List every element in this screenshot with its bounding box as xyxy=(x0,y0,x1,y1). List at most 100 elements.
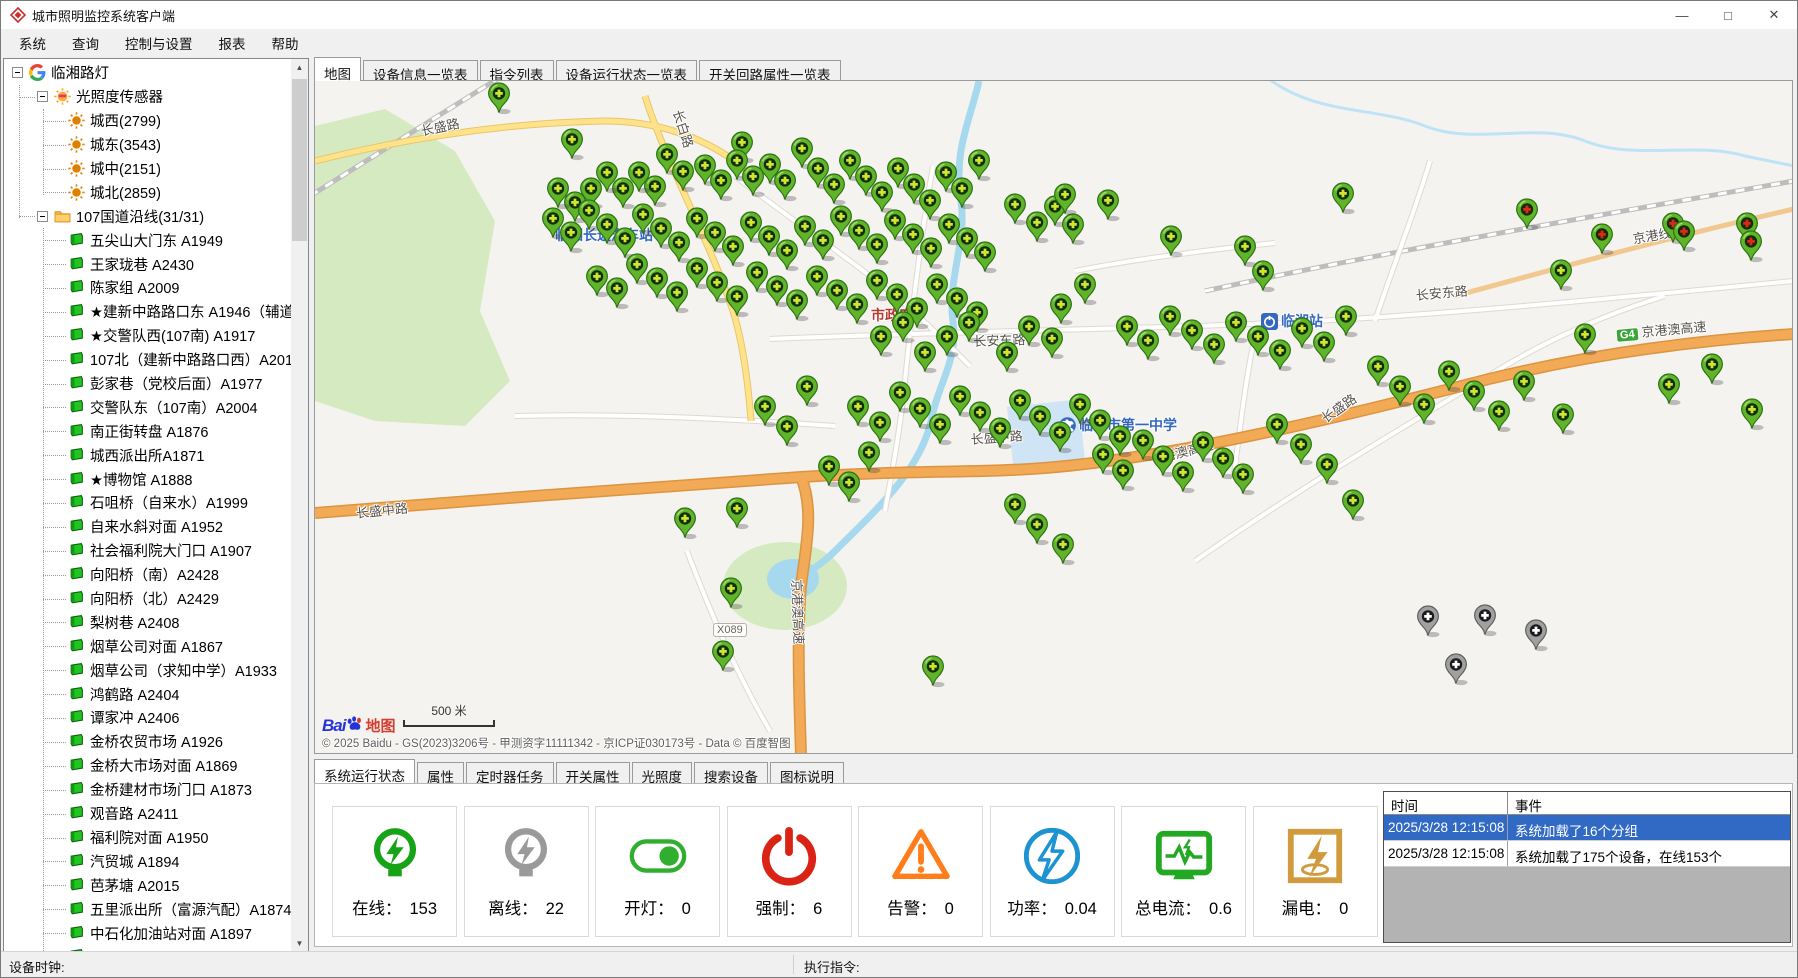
device-pin-online[interactable] xyxy=(673,507,697,540)
tree-item[interactable]: 城北(2859) xyxy=(4,180,291,204)
menu-item-报表[interactable]: 报表 xyxy=(206,28,259,58)
device-pin-online[interactable] xyxy=(1017,315,1041,348)
tree-item[interactable]: 城西派出所A1871 xyxy=(4,443,291,467)
tree-item[interactable]: 鸿鹤路 A2404 xyxy=(4,682,291,706)
tab-系统运行状态[interactable]: 系统运行状态 xyxy=(314,759,415,783)
tree-item[interactable]: 梨树巷 A2408 xyxy=(4,610,291,634)
device-pin-online[interactable] xyxy=(1312,331,1336,364)
device-pin-online[interactable] xyxy=(935,325,959,358)
tree-item[interactable]: 社会福利院大门口 A1907 xyxy=(4,539,291,563)
device-pin-online[interactable] xyxy=(1549,259,1573,292)
tree-item[interactable]: 烟草公司（求知中学）A1933 xyxy=(4,658,291,682)
device-pin-online[interactable] xyxy=(711,640,735,673)
device-pin-online[interactable] xyxy=(1265,413,1289,446)
menu-item-查询[interactable]: 查询 xyxy=(59,28,112,58)
device-pin-online[interactable] xyxy=(1246,325,1270,358)
device-pin-online[interactable] xyxy=(753,395,777,428)
tree-item[interactable]: 五里派出所（富源汽配）A1874 xyxy=(4,897,291,921)
device-pin-online[interactable] xyxy=(846,395,870,428)
device-pin-online[interactable] xyxy=(1251,260,1275,293)
tree-item[interactable]: 城东(3543) xyxy=(4,133,291,157)
device-pin-forced[interactable] xyxy=(1672,220,1696,253)
tree-item[interactable]: ★建新中路路口东 A1946（辅道灯） xyxy=(4,300,291,324)
device-pin-online[interactable] xyxy=(1051,533,1075,566)
tree-expander-icon[interactable] xyxy=(37,91,48,102)
tab-搜索设备[interactable]: 搜索设备 xyxy=(694,762,768,783)
tree-item[interactable]: 陈家组 A2009 xyxy=(4,276,291,300)
device-pin-online[interactable] xyxy=(973,241,997,274)
device-pin-online[interactable] xyxy=(1111,459,1135,492)
device-pin-online[interactable] xyxy=(1268,339,1292,372)
device-pin-online[interactable] xyxy=(1366,355,1390,388)
tree-item[interactable]: 向阳桥（北）A2429 xyxy=(4,587,291,611)
device-pin-online[interactable] xyxy=(487,82,511,115)
device-pin-online[interactable] xyxy=(1202,333,1226,366)
scroll-up-icon[interactable]: ▲ xyxy=(291,59,308,76)
tree-item[interactable]: 彭家巷（党校后面）A1977 xyxy=(4,372,291,396)
tab-设备运行状态一览表[interactable]: 设备运行状态一览表 xyxy=(556,60,698,81)
event-log-row[interactable]: 2025/3/28 12:15:08系统加载了16个分组 xyxy=(1384,815,1790,841)
device-pin-online[interactable] xyxy=(1512,370,1536,403)
tree-item[interactable]: 五尖山大门东 A1949 xyxy=(4,228,291,252)
device-pin-online[interactable] xyxy=(1049,293,1073,326)
device-pin-online[interactable] xyxy=(1437,360,1461,393)
device-pin-online[interactable] xyxy=(671,160,695,193)
tree-item[interactable]: ★交警队西(107南) A1917 xyxy=(4,324,291,348)
tree-item[interactable]: 交警队东（107南）A2004 xyxy=(4,395,291,419)
tree-item[interactable]: 南正街转盘 A1876 xyxy=(4,419,291,443)
device-pin-online[interactable] xyxy=(1341,489,1365,522)
device-pin-online[interactable] xyxy=(1331,182,1355,215)
device-pin-online[interactable] xyxy=(1657,373,1681,406)
tree-expander-icon[interactable] xyxy=(37,211,48,222)
tree-item[interactable]: 金桥农贸市场 A1926 xyxy=(4,730,291,754)
tree-item[interactable]: 谭家冲 A2406 xyxy=(4,706,291,730)
tree-item[interactable]: 城西(2799) xyxy=(4,109,291,133)
tree-item[interactable]: 光照度传感器 xyxy=(4,85,291,109)
tree-item[interactable]: 中石化加油站对面 A1897 xyxy=(4,921,291,945)
device-pin-online[interactable] xyxy=(921,655,945,688)
device-pin-online[interactable] xyxy=(1315,453,1339,486)
device-pin-online[interactable] xyxy=(913,341,937,374)
device-pin-online[interactable] xyxy=(1040,327,1064,360)
menu-item-控制与设置[interactable]: 控制与设置 xyxy=(112,28,206,58)
device-pin-forced[interactable] xyxy=(1515,198,1539,231)
scrollbar-thumb[interactable] xyxy=(292,79,307,241)
device-pin-offline[interactable] xyxy=(1473,604,1497,637)
device-pin-online[interactable] xyxy=(719,577,743,610)
device-pin-forced[interactable] xyxy=(1590,223,1614,256)
device-pin-online[interactable] xyxy=(1224,311,1248,344)
tab-光照度[interactable]: 光照度 xyxy=(632,762,693,783)
device-tree[interactable]: 临湘路灯光照度传感器城西(2799)城东(3543)城中(2151)城北(285… xyxy=(4,61,291,952)
device-pin-offline[interactable] xyxy=(1524,619,1548,652)
tree-item[interactable]: ★博物馆 A1888 xyxy=(4,467,291,491)
tree-item[interactable]: 自来水斜对面 A1952 xyxy=(4,515,291,539)
device-pin-forced[interactable] xyxy=(1739,230,1763,263)
device-pin-online[interactable] xyxy=(560,128,584,161)
minimize-button[interactable]: — xyxy=(1659,1,1705,29)
device-pin-online[interactable] xyxy=(1180,319,1204,352)
device-pin-online[interactable] xyxy=(795,375,819,408)
tree-item[interactable]: 107北（建新中路路口西）A2014 xyxy=(4,348,291,372)
device-pin-online[interactable] xyxy=(1289,433,1313,466)
device-pin-online[interactable] xyxy=(1573,323,1597,356)
menu-item-系统[interactable]: 系统 xyxy=(6,28,59,58)
tab-属性[interactable]: 属性 xyxy=(417,762,464,783)
device-pin-online[interactable] xyxy=(1551,403,1575,436)
scroll-down-icon[interactable]: ▼ xyxy=(291,935,308,952)
tab-指令列表[interactable]: 指令列表 xyxy=(480,60,554,81)
tree-item[interactable]: 福利院对面 A1950 xyxy=(4,826,291,850)
device-pin-offline[interactable] xyxy=(1416,605,1440,638)
device-pin-online[interactable] xyxy=(967,149,991,182)
device-pin-online[interactable] xyxy=(1073,273,1097,306)
device-pin-online[interactable] xyxy=(1700,353,1724,386)
device-pin-online[interactable] xyxy=(1462,380,1486,413)
map-canvas[interactable]: 长白路长盛路长安东路长安东路长盛中路长盛中路港澳高速G4京港澳高速京港澳高速京港… xyxy=(314,80,1793,754)
device-pin-online[interactable] xyxy=(868,411,892,444)
device-pin-online[interactable] xyxy=(1388,375,1412,408)
device-pin-online[interactable] xyxy=(1053,183,1077,216)
tab-地图[interactable]: 地图 xyxy=(314,57,361,81)
device-pin-online[interactable] xyxy=(869,325,893,358)
tree-item[interactable]: 观音路 A2411 xyxy=(4,802,291,826)
close-button[interactable]: ✕ xyxy=(1751,1,1797,29)
tree-item[interactable]: 金桥建材市场门口 A1873 xyxy=(4,778,291,802)
